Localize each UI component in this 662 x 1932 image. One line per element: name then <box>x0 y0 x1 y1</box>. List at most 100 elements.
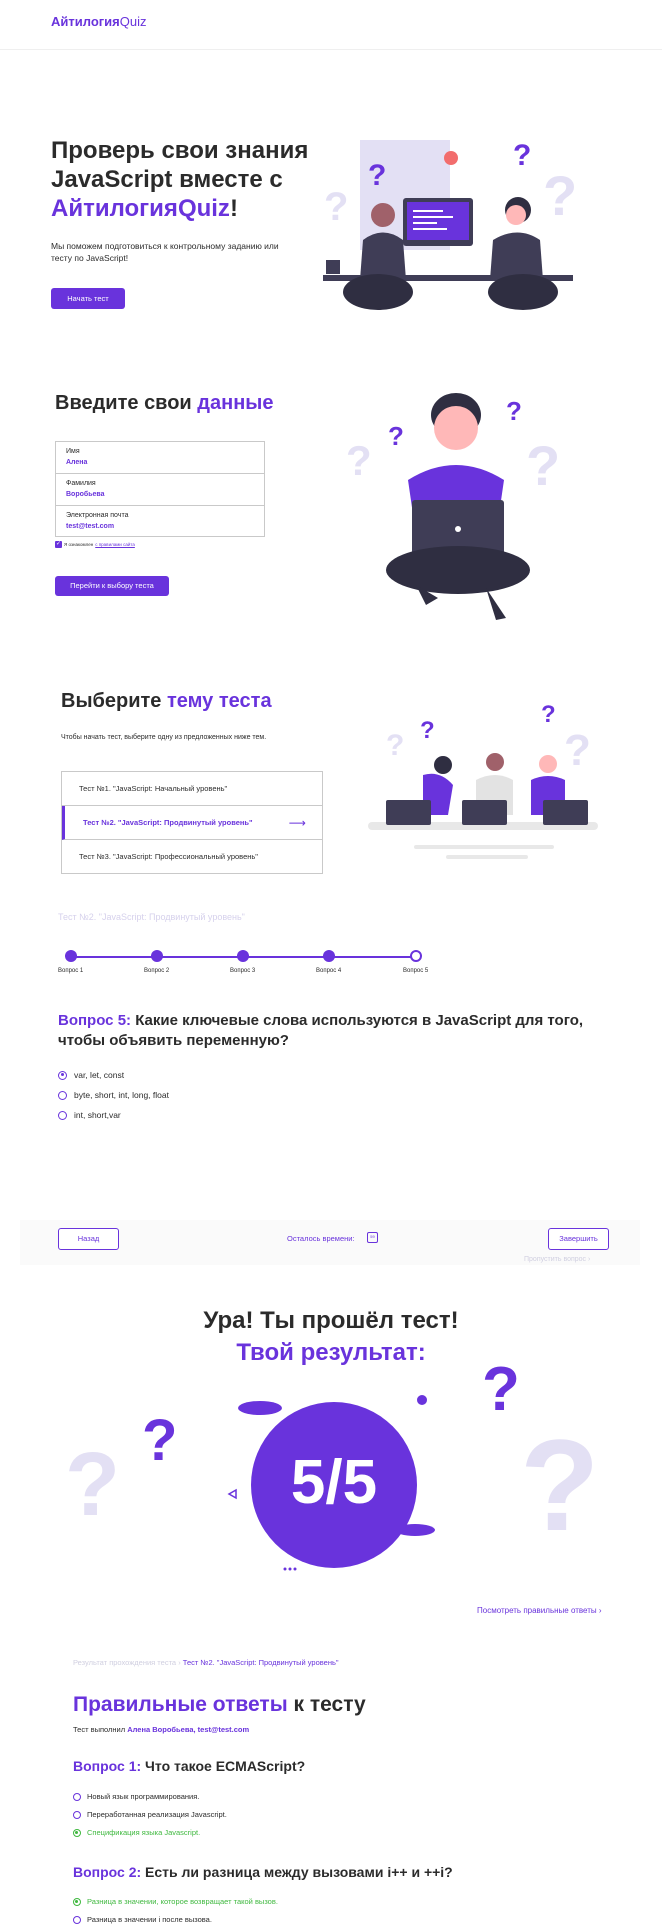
field-label: Фамилия <box>66 480 96 487</box>
user-form: Имя Алена Фамилия Воробьева Электронная … <box>55 441 265 537</box>
answer-option-correct: Разница в значении, которое возвращает т… <box>73 1897 278 1906</box>
rules-link[interactable]: с правилами сайта <box>95 542 135 547</box>
cloud-icon <box>238 1401 282 1415</box>
answer-label: Переработанная реализация Javascript. <box>87 1810 227 1819</box>
question-number: Вопрос 2: <box>73 1864 142 1880</box>
laptop <box>462 800 507 825</box>
score-value: 5/5 <box>290 1448 378 1517</box>
radio-icon[interactable] <box>58 1110 67 1120</box>
field-label: Имя <box>66 448 80 455</box>
form-title: Введите свои данные <box>55 392 273 415</box>
radio-icon <box>73 1810 81 1819</box>
chevron-right-icon: › <box>588 1256 591 1263</box>
monitor-screen <box>407 202 469 240</box>
see-answers-label: Посмотреть правильные ответы <box>477 1606 597 1615</box>
topic-item-active[interactable]: Тест №2. "JavaScript: Продвинутый уровен… <box>62 806 322 840</box>
question-number: Вопрос 1: <box>73 1758 142 1774</box>
person-head <box>371 203 395 227</box>
answer-label: Разница в значении i после вызова. <box>87 1915 212 1924</box>
breadcrumb: Результат прохождения теста › Тест №2. "… <box>73 1658 339 1667</box>
cup <box>326 260 340 274</box>
question-mark-icon: ? <box>388 421 404 451</box>
step-dot[interactable] <box>323 950 335 962</box>
field-value[interactable]: Воробьева <box>66 491 105 498</box>
go-to-topics-button[interactable]: Перейти к выбору теста <box>55 576 169 596</box>
answer-option[interactable]: var, let, const <box>58 1070 124 1080</box>
logo-light: Quiz <box>119 14 147 29</box>
hero-title: Проверь свои знания JavaScript вместе с … <box>51 136 341 223</box>
question-mark-icon: ? <box>368 159 386 192</box>
topic-label: Тест №3. "JavaScript: Профессиональный у… <box>79 852 258 861</box>
skip-question-link[interactable]: Пропустить вопрос › <box>524 1256 590 1263</box>
laptop <box>386 800 431 825</box>
agree-text: Я ознакомлен <box>64 542 94 547</box>
step-dot-current[interactable] <box>410 950 422 962</box>
quiz-test-title: Тест №2. "JavaScript: Продвинутый уровен… <box>58 912 245 922</box>
step-dot[interactable] <box>65 950 77 962</box>
agree-row: ✓ Я ознакомлен с правилами сайта <box>55 541 135 548</box>
question-mark-icon: ? <box>506 396 522 426</box>
answer-label: byte, short, int, long, float <box>74 1090 169 1100</box>
person-body <box>360 232 406 280</box>
radio-selected-icon[interactable] <box>58 1070 67 1080</box>
question-mark-icon: ? <box>65 1435 120 1535</box>
question-mark-icon: ? <box>543 164 577 227</box>
triangle-icon <box>227 1488 237 1500</box>
answer-option[interactable]: int, short,var <box>58 1110 121 1120</box>
hero-title-end: ! <box>229 195 238 222</box>
step-label: Вопрос 1 <box>58 968 84 974</box>
breadcrumb-item[interactable]: Результат прохождения теста <box>73 1658 176 1667</box>
last-name-field[interactable]: Фамилия Воробьева <box>56 474 264 506</box>
see-answers-link[interactable]: Посмотреть правильные ответы › <box>477 1606 602 1615</box>
person-head <box>539 755 557 773</box>
topic-item[interactable]: Тест №3. "JavaScript: Профессиональный у… <box>62 840 322 874</box>
site-logo[interactable]: АйтилогияQuiz <box>51 14 147 29</box>
answer-option: Новый язык программирования. <box>73 1792 199 1801</box>
step-label: Вопрос 2 <box>144 968 170 974</box>
topic-item[interactable]: Тест №1. "JavaScript: Начальный уровень" <box>62 772 322 806</box>
bg-sun <box>444 151 458 165</box>
answers-title: Правильные ответы к тесту <box>73 1693 366 1717</box>
hero-subtitle: Мы поможем подготовиться к контрольному … <box>51 241 279 263</box>
topic-label: Тест №2. "JavaScript: Продвинутый уровен… <box>83 818 253 827</box>
start-test-button[interactable]: Начать тест <box>51 288 125 309</box>
question-body: Есть ли разница между вызовами i++ и ++i… <box>141 1864 453 1880</box>
answer-label: int, short,var <box>74 1110 121 1120</box>
step-dot[interactable] <box>151 950 163 962</box>
finish-button[interactable]: Завершить <box>548 1228 609 1250</box>
site-header: АйтилогияQuiz <box>0 0 662 50</box>
chair <box>343 274 413 310</box>
question-text: Вопрос 5: Какие ключевые слова использую… <box>58 1011 598 1051</box>
radio-icon <box>73 1915 81 1924</box>
topics-illustration: ? ? ? ? <box>368 701 598 859</box>
chevron-right-icon: › <box>178 1658 181 1667</box>
question-mark-icon: ? <box>386 729 404 762</box>
form-title-highlight: данные <box>197 392 274 414</box>
logo-main: Айтилогия <box>51 14 120 29</box>
radio-icon <box>73 1792 81 1801</box>
radio-icon[interactable] <box>58 1090 67 1100</box>
answer-option[interactable]: byte, short, int, long, float <box>58 1090 169 1100</box>
radio-correct-icon <box>73 1897 81 1906</box>
answer-option: Переработанная реализация Javascript. <box>73 1810 227 1819</box>
person-body <box>490 232 543 280</box>
question-mark-icon: ? <box>520 1412 599 1558</box>
form-title-text: Введите свои <box>55 392 198 414</box>
topics-title: Выберите тему теста <box>61 690 272 713</box>
email-field[interactable]: Электронная почта test@test.com <box>56 506 264 538</box>
back-button[interactable]: Назад <box>58 1228 119 1250</box>
agree-checkbox[interactable]: ✓ <box>55 541 62 548</box>
topics-title-highlight: тему теста <box>167 690 272 712</box>
laptop-logo <box>455 526 461 532</box>
author-label: Тест выполнил <box>73 1725 128 1734</box>
timer-icon: 59 <box>367 1232 378 1243</box>
field-value[interactable]: Алена <box>66 459 87 466</box>
hero-title-text: Проверь свои знания JavaScript вместе с <box>51 137 309 193</box>
form-illustration: ? ? ? ? <box>346 393 560 620</box>
first-name-field[interactable]: Имя Алена <box>56 442 264 474</box>
time-left-label: Осталось времени: <box>287 1234 355 1243</box>
step-dot[interactable] <box>237 950 249 962</box>
question-mark-icon: ? <box>526 434 560 497</box>
person-head <box>434 406 478 450</box>
field-value[interactable]: test@test.com <box>66 523 114 530</box>
